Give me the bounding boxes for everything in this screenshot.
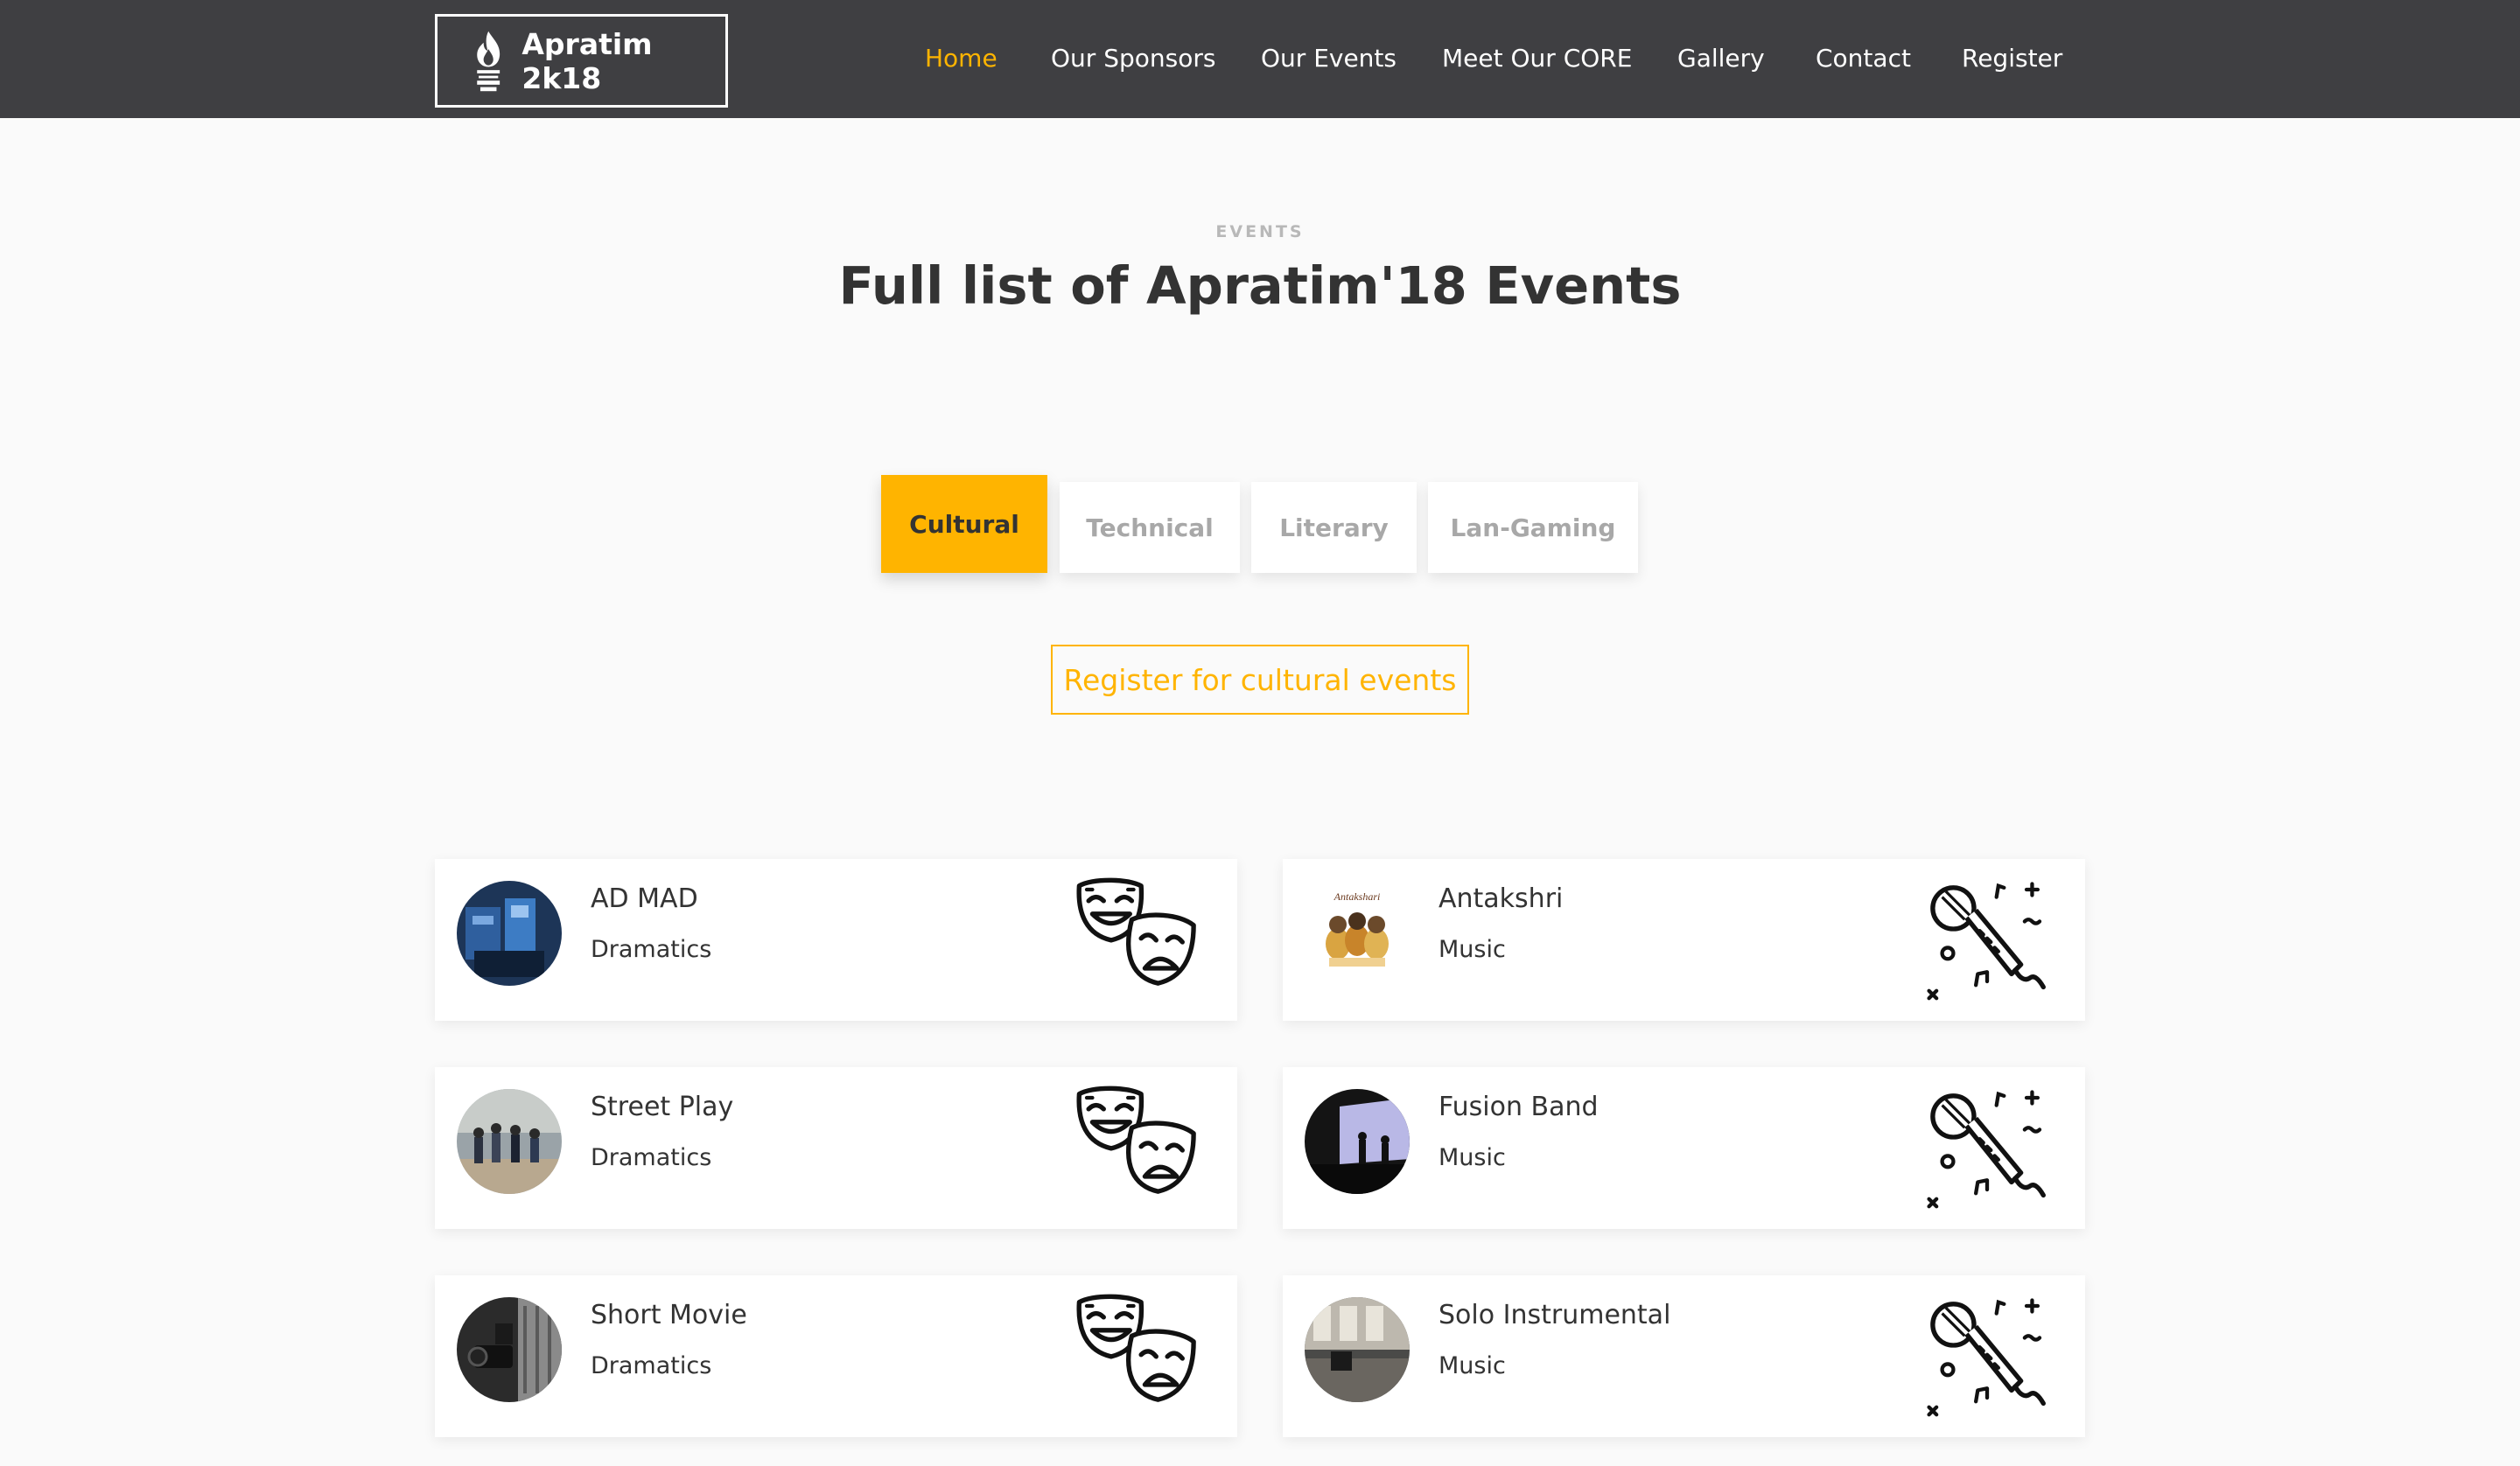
register-cultural-button[interactable]: Register for cultural events (1051, 645, 1469, 715)
event-thumbnail (457, 881, 562, 986)
nav-link-our-sponsors[interactable]: Our Sponsors (1051, 44, 1215, 73)
section-eyebrow: EVENTS (1215, 222, 1305, 241)
event-category: Dramatics (591, 1144, 712, 1171)
event-thumbnail: Antakshari (1305, 881, 1410, 986)
event-card-ad-mad[interactable]: AD MAD Dramatics (435, 859, 1237, 1021)
event-category: Music (1438, 1352, 1506, 1379)
nav-link-home[interactable]: Home (925, 44, 998, 73)
main-nav: Home Our Sponsors Our Events Meet Our CO… (0, 0, 2520, 118)
navbar: Apratim 2k18 Home Our Sponsors Our Event… (0, 0, 2520, 118)
event-card-solo-instrumental[interactable]: Solo Instrumental Music (1283, 1275, 2085, 1437)
event-title: AD MAD (591, 883, 698, 914)
nav-link-contact[interactable]: Contact (1816, 44, 1911, 73)
tab-cultural[interactable]: Cultural (881, 475, 1047, 573)
tab-technical[interactable]: Technical (1060, 482, 1240, 573)
event-card-antakshri[interactable]: Antakshari Antakshri Music (1283, 859, 2085, 1021)
event-category: Dramatics (591, 936, 712, 963)
svg-text:Antakshari: Antakshari (1334, 890, 1381, 903)
event-category: Music (1438, 1144, 1506, 1171)
event-category: Dramatics (591, 1352, 712, 1379)
event-card-street-play[interactable]: Street Play Dramatics (435, 1067, 1237, 1229)
nav-link-register[interactable]: Register (1962, 44, 2062, 73)
theater-masks-icon (1074, 1293, 1205, 1424)
event-title: Antakshri (1438, 883, 1564, 914)
theater-masks-icon (1074, 876, 1205, 1008)
nav-link-our-events[interactable]: Our Events (1261, 44, 1396, 73)
event-thumbnail (1305, 1297, 1410, 1402)
event-card-fusion-band[interactable]: Fusion Band Music (1283, 1067, 2085, 1229)
event-thumbnail (457, 1089, 562, 1194)
microphone-icon (1922, 1085, 2053, 1216)
theater-masks-icon (1074, 1085, 1205, 1216)
page-title: Full list of Apratim'18 Events (838, 255, 1682, 316)
event-title: Solo Instrumental (1438, 1300, 1671, 1330)
nav-link-meet-our-core[interactable]: Meet Our CORE (1442, 44, 1632, 73)
event-title: Street Play (591, 1092, 734, 1122)
event-thumbnail (457, 1297, 562, 1402)
event-thumbnail (1305, 1089, 1410, 1194)
nav-link-gallery[interactable]: Gallery (1677, 44, 1765, 73)
microphone-icon (1922, 876, 2053, 1008)
event-title: Fusion Band (1438, 1092, 1599, 1122)
microphone-icon (1922, 1293, 2053, 1424)
event-card-short-movie[interactable]: Short Movie Dramatics (435, 1275, 1237, 1437)
tab-lan-gaming[interactable]: Lan-Gaming (1428, 482, 1638, 573)
event-title: Short Movie (591, 1300, 747, 1330)
tab-literary[interactable]: Literary (1251, 482, 1417, 573)
event-category: Music (1438, 936, 1506, 963)
